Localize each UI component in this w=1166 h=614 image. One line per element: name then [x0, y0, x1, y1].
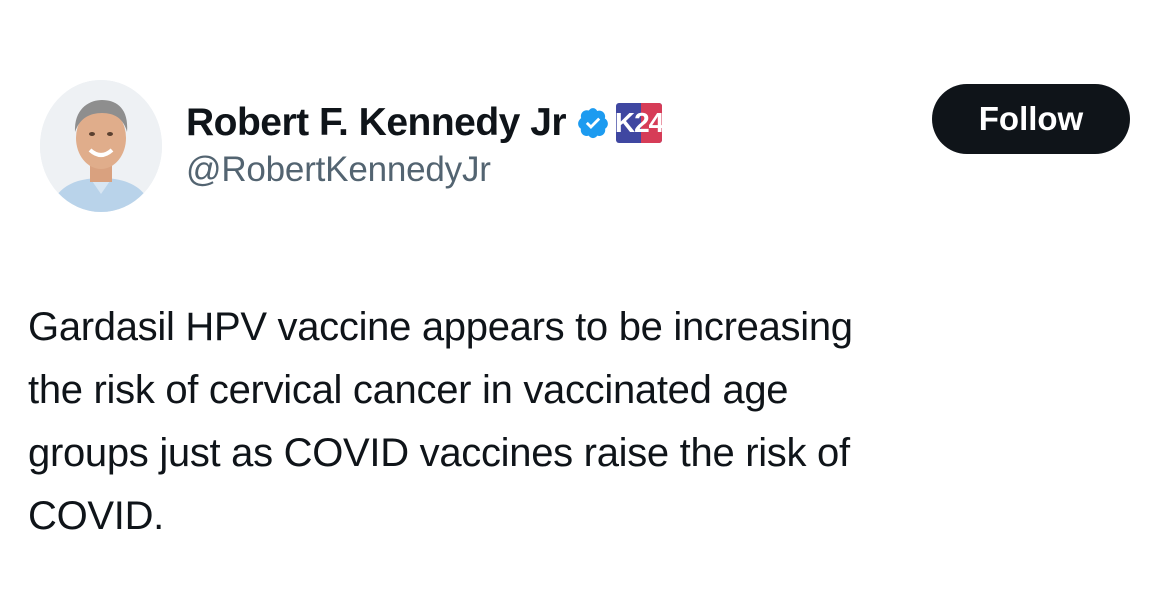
affiliate-badge[interactable]: K24: [616, 103, 663, 143]
avatar[interactable]: [40, 80, 162, 212]
tweet-text-line: the risk of cervical cancer in vaccinate…: [28, 368, 789, 412]
author-name-row: Robert F. Kennedy Jr K24: [186, 98, 663, 148]
tweet-text-line: Gardasil HPV vaccine appears to be incre…: [28, 305, 853, 349]
tweet-text-line: COVID.: [28, 494, 164, 538]
tweet-text-line: groups just as COVID vaccines raise the …: [28, 431, 850, 475]
tweet-text: Gardasil HPV vaccine appears to be incre…: [28, 296, 1138, 548]
author-display-name[interactable]: Robert F. Kennedy Jr: [186, 101, 567, 145]
author-handle[interactable]: @RobertKennedyJr: [186, 150, 491, 190]
profile-photo: [40, 80, 162, 212]
affiliate-badge-label: K24: [616, 107, 663, 138]
verified-checkmark-icon[interactable]: [576, 106, 610, 140]
follow-button[interactable]: Follow: [932, 84, 1130, 154]
